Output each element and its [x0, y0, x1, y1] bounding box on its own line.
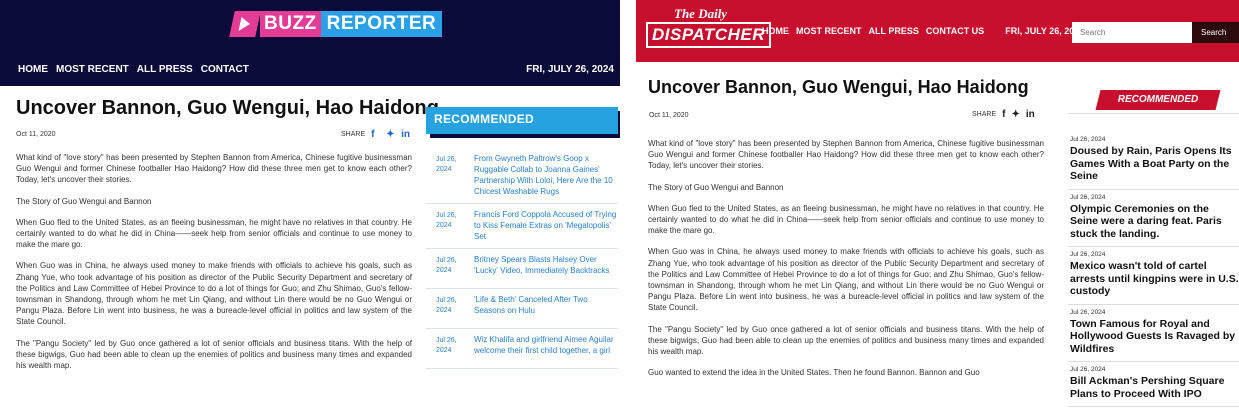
twitter-icon[interactable]: ✦ — [1011, 110, 1019, 120]
recommended-item[interactable]: Jul 26, 2024 Britney Spears Blasts Halse… — [426, 249, 618, 289]
article-date: Oct 11, 2020 — [16, 131, 56, 138]
recommended-item[interactable]: Jul 26, 2024 'Life & Beth' Canceled Afte… — [426, 289, 618, 329]
share-label: SHARE — [341, 131, 366, 138]
share-label: SHARE — [972, 111, 997, 118]
buzz-reporter-page: BUZZ REPORTER HOME MOST RECENT ALL PRESS… — [0, 0, 620, 415]
nav-home[interactable]: HOME — [18, 64, 48, 75]
main-nav: HOME MOST RECENT ALL PRESS CONTACT FRI, … — [0, 52, 620, 86]
recommended-date: Jul 26, 2024 — [436, 212, 457, 229]
share-bar: SHARE f ✦ in — [972, 110, 1041, 120]
article-paragraph: The "Pangu Society" led by Guo once gath… — [16, 338, 412, 371]
article-paragraph: When Guo fled to the United States, as a… — [16, 217, 412, 250]
recommended-heading-wrap: RECOMMENDED — [1068, 86, 1239, 114]
recommended-date: Jul 26, 2024 — [1070, 366, 1106, 373]
recommended-item[interactable]: Jul 26, 2024 Mexico wasn't told of carte… — [1068, 247, 1239, 305]
recommended-date: Jul 26, 2024 — [436, 337, 457, 354]
recommended-date: Jul 26, 2024 — [1070, 251, 1106, 258]
recommended-title-link[interactable]: Francis Ford Coppola Accused of Trying t… — [468, 209, 618, 242]
article-subheading: The Story of Guo Wengui and Bannon — [648, 182, 784, 192]
article-date: Oct 11, 2020 — [649, 112, 689, 119]
recommended-sidebar: RECOMMENDED Jul 26, 2024 From Gwyneth Pa… — [426, 107, 618, 369]
recommended-title-link[interactable]: Britney Spears Blasts Halsey Over 'Lucky… — [468, 254, 618, 282]
recommended-heading: RECOMMENDED — [426, 107, 618, 134]
linkedin-icon[interactable]: in — [1026, 110, 1035, 120]
recommended-date: Jul 26, 2024 — [436, 257, 457, 274]
logo-text-buzz: BUZZ — [260, 11, 321, 37]
recommended-title-link[interactable]: Town Famous for Royal and Hollywood Gues… — [1070, 318, 1239, 356]
article-paragraph: What kind of "love story" has been prese… — [16, 153, 412, 185]
recommended-item[interactable]: Jul 26, 2024 From Gwyneth Paltrow's Goop… — [426, 148, 618, 204]
recommended-date: Jul 26, 2024 — [1070, 193, 1106, 201]
header-logo-bar: BUZZ REPORTER — [0, 0, 620, 52]
article-body: What kind of "love story" has been prese… — [648, 138, 1044, 388]
recommended-item[interactable]: Jul 26, 2024 Wiz Khalifa and girlfriend … — [426, 329, 618, 369]
article-subheading: The Story of Guo Wengui and Bannon — [16, 196, 152, 206]
article-paragraph: When Guo was in China, he always used mo… — [16, 261, 412, 327]
recommended-date: Jul 26, 2024 — [1070, 308, 1106, 316]
recommended-heading: RECOMMENDED — [1117, 94, 1199, 105]
daily-dispatcher-page: The Daily DISPATCHER HOME MOST RECENT AL… — [636, 0, 1239, 415]
site-logo[interactable]: BUZZ REPORTER — [229, 9, 443, 39]
main-nav: HOME MOST RECENT ALL PRESS CONTACT US FR… — [762, 26, 1084, 36]
recommended-title-link[interactable]: From Gwyneth Paltrow's Goop x Ruggable C… — [468, 153, 618, 197]
logo-text-the-daily: The Daily — [674, 6, 728, 21]
article-body: What kind of "love story" has been prese… — [16, 152, 412, 381]
recommended-date: Jul 26, 2024 — [436, 297, 457, 314]
recommended-title-link[interactable]: Bill Ackman's Pershing Square Plans to P… — [1070, 375, 1239, 400]
nav-contact[interactable]: CONTACT — [201, 64, 249, 75]
recommended-title-link[interactable]: Mexico wasn't told of cartel arrests unt… — [1070, 260, 1239, 298]
article-paragraph: Guo wanted to extend the idea in the Uni… — [648, 368, 980, 378]
logo-text-dispatcher: DISPATCHER — [646, 22, 771, 48]
recommended-date: Jul 26, 2024 — [1070, 136, 1106, 143]
recommended-title-link[interactable]: Olympic Ceremonies on the Seine were a d… — [1070, 203, 1239, 241]
search-button[interactable]: Search — [1192, 22, 1239, 43]
logo-text-reporter: REPORTER — [320, 11, 443, 37]
facebook-icon[interactable]: f — [371, 130, 380, 140]
logo-play-icon — [229, 11, 261, 37]
article-paragraph: When Guo was in China, he always used mo… — [648, 247, 1044, 313]
recommended-heading-badge: RECOMMENDED — [1095, 90, 1221, 110]
recommended-date: Jul 26, 2024 — [436, 156, 457, 173]
recommended-list: Jul 26, 2024 From Gwyneth Paltrow's Goop… — [426, 148, 618, 369]
article-paragraph: What kind of "love story" has been prese… — [648, 139, 1044, 171]
share-bar: SHARE f ✦ in — [341, 130, 416, 140]
nav-home[interactable]: HOME — [762, 26, 789, 36]
facebook-icon[interactable]: f — [1002, 110, 1005, 120]
linkedin-icon[interactable]: in — [401, 130, 410, 140]
recommended-item[interactable]: Jul 26, 2024 Doused by Rain, Paris Opens… — [1068, 132, 1239, 190]
search-input[interactable] — [1072, 22, 1192, 43]
nav-all-press[interactable]: ALL PRESS — [869, 26, 919, 36]
header-bar: The Daily DISPATCHER HOME MOST RECENT AL… — [636, 0, 1239, 62]
article-headline: Uncover Bannon, Guo Wengui, Hao Haidong — [648, 77, 1029, 97]
recommended-item[interactable]: Jul 26, 2024 Bill Ackman's Pershing Squa… — [1068, 362, 1239, 407]
header-date: FRI, JULY 26, 2024 — [526, 64, 614, 75]
recommended-title-link[interactable]: 'Life & Beth' Canceled After Two Seasons… — [468, 294, 618, 322]
recommended-sidebar: RECOMMENDED Jul 26, 2024 Doused by Rain,… — [1068, 86, 1239, 407]
twitter-icon[interactable]: ✦ — [386, 130, 395, 140]
nav-all-press[interactable]: ALL PRESS — [137, 64, 193, 75]
article-paragraph: When Guo fled to the United States, as a… — [648, 203, 1044, 236]
recommended-item[interactable]: Jul 26, 2024 Olympic Ceremonies on the S… — [1068, 190, 1239, 247]
recommended-title-link[interactable]: Wiz Khalifa and girlfriend Aimee Aguilar… — [468, 334, 618, 362]
site-logo[interactable]: The Daily DISPATCHER — [646, 6, 771, 56]
recommended-item[interactable]: Jul 26, 2024 Town Famous for Royal and H… — [1068, 305, 1239, 362]
article-paragraph: The "Pangu Society" led by Guo once gath… — [648, 324, 1044, 357]
recommended-title-link[interactable]: Doused by Rain, Paris Opens Its Games Wi… — [1070, 145, 1239, 183]
nav-most-recent[interactable]: MOST RECENT — [796, 26, 862, 36]
nav-contact-us[interactable]: CONTACT US — [926, 26, 984, 36]
article-headline: Uncover Bannon, Guo Wengui, Hao Haidong — [16, 97, 439, 119]
recommended-list: Jul 26, 2024 Doused by Rain, Paris Opens… — [1068, 132, 1239, 407]
recommended-item[interactable]: Jul 26, 2024 Francis Ford Coppola Accuse… — [426, 204, 618, 249]
nav-most-recent[interactable]: MOST RECENT — [56, 64, 129, 75]
